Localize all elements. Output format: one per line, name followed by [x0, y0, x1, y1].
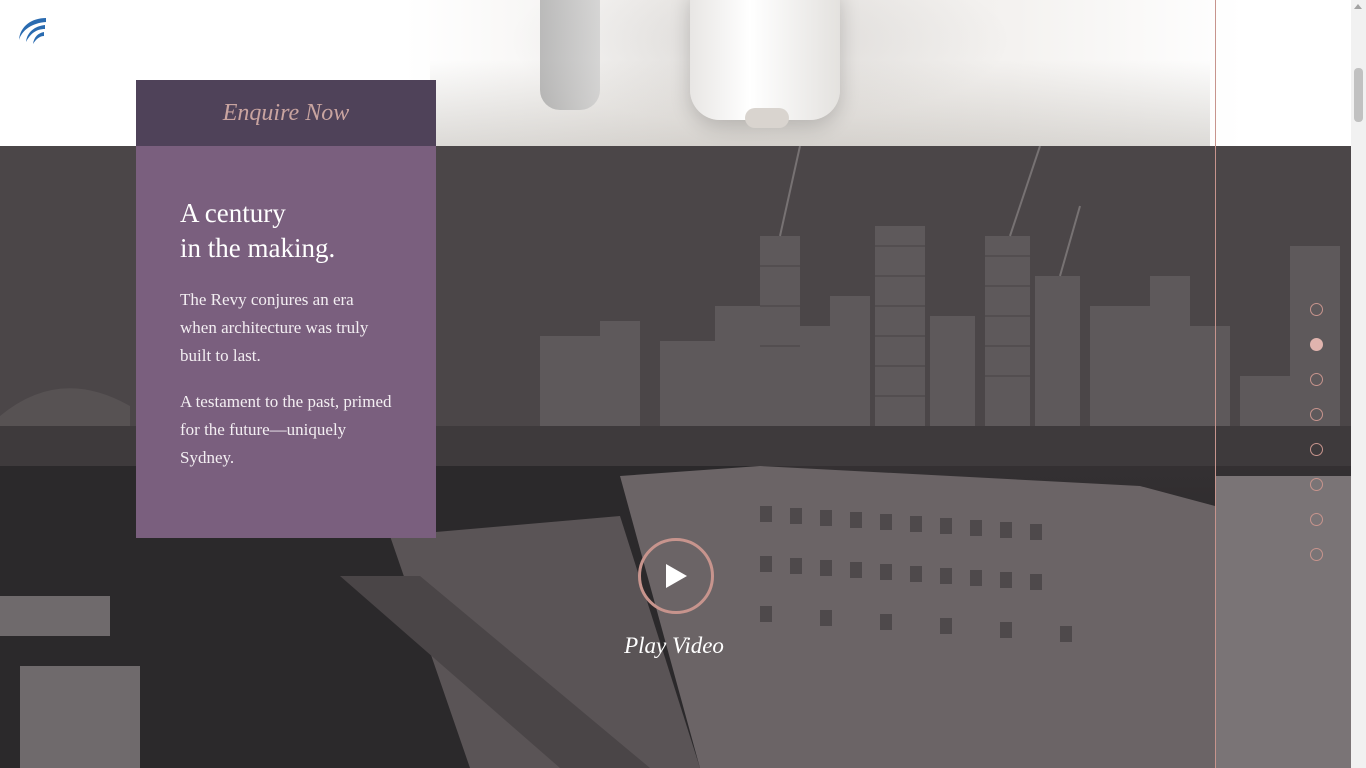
section-dot-8[interactable]: [1310, 548, 1323, 561]
play-video-label[interactable]: Play Video: [604, 633, 744, 659]
brand-logo[interactable]: [16, 16, 50, 46]
section-dot-5[interactable]: [1310, 443, 1323, 456]
section-dot-6[interactable]: [1310, 478, 1323, 491]
accent-divider-line: [1215, 0, 1216, 768]
person-legs-left: [540, 0, 600, 110]
play-icon: [666, 564, 687, 588]
card-heading-line1: A century: [180, 198, 286, 228]
section-dot-1[interactable]: [1310, 303, 1323, 316]
card-heading: A century in the making.: [180, 196, 392, 266]
card-paragraph-1: The Revy conjures an era when architectu…: [180, 290, 369, 365]
card-heading-line2: in the making.: [180, 233, 336, 263]
scroll-up-arrow-icon[interactable]: [1354, 4, 1362, 9]
section-dot-2[interactable]: [1310, 338, 1323, 351]
enquire-now-label: Enquire Now: [222, 99, 350, 126]
enquire-now-button[interactable]: Enquire Now: [136, 80, 436, 146]
section-dot-4[interactable]: [1310, 408, 1323, 421]
person-white-trousers: [690, 0, 840, 120]
intro-card: A century in the making. The Revy conjur…: [136, 146, 436, 538]
section-dot-7[interactable]: [1310, 513, 1323, 526]
page-scrollbar[interactable]: [1351, 0, 1366, 768]
person-shoe: [745, 108, 789, 128]
section-dot-3[interactable]: [1310, 373, 1323, 386]
brand-swoosh-icon: [19, 18, 46, 44]
card-paragraph-2: A testament to the past, primed for the …: [180, 392, 392, 467]
scrollbar-thumb[interactable]: [1354, 68, 1363, 122]
play-video-button[interactable]: [638, 538, 714, 614]
